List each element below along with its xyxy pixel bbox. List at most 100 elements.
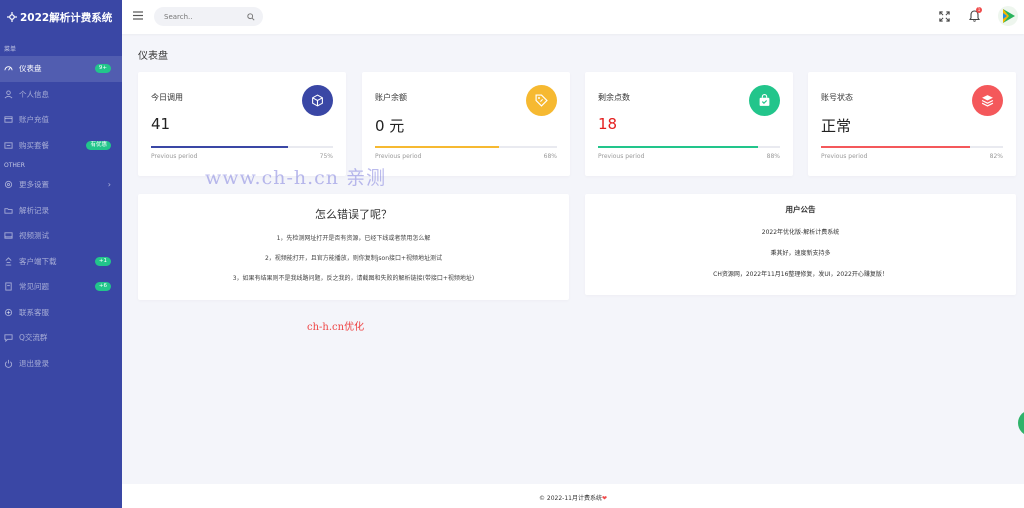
- sidebar-item-more-settings[interactable]: 更多设置 ›: [0, 172, 122, 198]
- gear-icon: [4, 180, 13, 189]
- chat-icon: [4, 333, 13, 343]
- cart-icon: [4, 141, 13, 150]
- announcement-line: 2022年优化版-解析计费系统: [761, 229, 840, 236]
- stat-percent: 68%: [543, 153, 557, 160]
- sidebar-item-profile[interactable]: 个人信息: [0, 82, 122, 108]
- stat-value: 18: [598, 115, 618, 133]
- search-input[interactable]: [164, 12, 242, 21]
- notification-badge: 1: [976, 7, 982, 13]
- video-icon: [4, 231, 13, 240]
- sidebar-item-client-download[interactable]: 客户端下载 +1: [0, 249, 122, 275]
- footer-text: © 2022-11月计费系统: [538, 495, 602, 502]
- sidebar-badge: +6: [94, 282, 111, 292]
- sidebar-item-buy-package[interactable]: 购买套餐 有优惠: [0, 133, 122, 159]
- announcement-line: 秉其好，速度新支持多: [770, 250, 831, 257]
- sidebar-item-contact-support[interactable]: 联系客服: [0, 300, 122, 326]
- sidebar-item-faq[interactable]: 常见问题 +6: [0, 274, 122, 300]
- sidebar-item-video-test[interactable]: 视频测试: [0, 223, 122, 249]
- progress-bar: [598, 146, 780, 148]
- floating-chat-button[interactable]: [1018, 410, 1024, 436]
- stat-period: Previous period: [151, 153, 198, 160]
- footer: © 2022-11月计费系统❤: [122, 484, 1024, 508]
- stat-label: 剩余点数: [598, 93, 630, 102]
- stat-percent: 75%: [319, 153, 333, 160]
- progress-bar: [821, 146, 1003, 148]
- sidebar-item-dashboard[interactable]: 仪表盘 9+: [0, 56, 122, 82]
- stat-period: Previous period: [375, 153, 422, 160]
- page-title: 仪表盘: [138, 51, 168, 62]
- stat-footer: Previous period 68%: [375, 153, 557, 160]
- hamburger-menu-icon[interactable]: [133, 11, 143, 20]
- progress-bar: [151, 146, 333, 148]
- heart-icon: ❤: [601, 495, 607, 502]
- sidebar-item-label: 个人信息: [19, 89, 49, 99]
- avatar[interactable]: [998, 6, 1018, 26]
- progress-fill: [375, 146, 499, 148]
- card-icon: [4, 115, 13, 124]
- sidebar-item-label: 解析记录: [19, 205, 49, 215]
- question-icon: [4, 282, 13, 291]
- stat-value: 41: [151, 115, 171, 133]
- download-icon: [4, 257, 13, 266]
- progress-fill: [151, 146, 288, 148]
- stat-footer: Previous period 75%: [151, 153, 333, 160]
- crosshair-logo-icon: [7, 12, 17, 22]
- sidebar-badge: +1: [94, 256, 111, 266]
- sidebar-section-menu: 菜单: [4, 46, 17, 53]
- stat-percent: 82%: [989, 153, 1003, 160]
- speedometer-icon: [4, 64, 13, 73]
- user-icon: [4, 90, 13, 99]
- error-help-line: 3，如果有结果则不是我线路问题，反之我的，请截图和失败的解析链接(带接口+视频地…: [232, 275, 475, 282]
- bell-icon[interactable]: 1: [967, 7, 982, 23]
- sidebar-item-label: 客户端下载: [19, 256, 57, 266]
- sidebar-badge: 9+: [94, 64, 111, 74]
- error-help-line: 2，视频能打开，且官方能播放，则你复制json接口+视频地址测试: [264, 255, 443, 262]
- stat-value: 0 元: [375, 117, 405, 135]
- folder-icon: [4, 206, 13, 215]
- stat-footer: Previous period 82%: [821, 153, 1003, 160]
- watermark-text: www.ch-h.cn 亲测: [205, 167, 387, 189]
- brand-title: 2022解析计费系统: [20, 11, 113, 24]
- announcement-title: 用户公告: [785, 205, 816, 214]
- stat-value: 正常: [821, 117, 852, 135]
- brand[interactable]: 2022解析计费系统: [0, 0, 122, 34]
- stat-period: Previous period: [598, 153, 645, 160]
- stat-percent: 88%: [766, 153, 780, 160]
- cube-icon: [302, 85, 333, 116]
- sidebar-item-logout[interactable]: 退出登录: [0, 351, 122, 377]
- sidebar-section-other: OTHER: [4, 162, 25, 169]
- layers-icon: [972, 85, 1003, 116]
- sidebar-item-label: 常见问题: [19, 282, 49, 292]
- sidebar-item-label: 账户充值: [19, 115, 49, 125]
- announcement-card: 用户公告 2022年优化版-解析计费系统 秉其好，速度新支持多 CH资源网，20…: [585, 194, 1016, 295]
- sidebar-item-label: 仪表盘: [19, 64, 42, 74]
- stat-label: 账号状态: [821, 93, 853, 102]
- sidebar: 2022解析计费系统 菜单 仪表盘 9+ 个人信息 账户充值 购买套餐 有优惠 …: [0, 0, 122, 508]
- sidebar-item-label: 联系客服: [19, 307, 49, 317]
- error-help-card: 怎么错误了呢？ 1，先检测网址打开是否有资源，已经下线或者禁用怎么解 2，视频能…: [138, 194, 569, 300]
- progress-fill: [598, 146, 759, 148]
- sidebar-item-parse-records[interactable]: 解析记录: [0, 198, 122, 224]
- stat-label: 今日调用: [151, 93, 183, 102]
- error-help-line: 1，先检测网址打开是否有资源，已经下线或者禁用怎么解: [276, 235, 431, 242]
- sidebar-item-qq-group[interactable]: Q交流群: [0, 325, 122, 351]
- announcement-line: CH资源网，2022年11月16整理修复，发UI，2022开心赚复版！: [713, 271, 888, 278]
- progress-fill: [821, 146, 971, 148]
- shopping-bag-icon: [749, 85, 780, 116]
- stat-card-calls: 今日调用 41 Previous period 75%: [138, 72, 346, 176]
- sidebar-item-label: 购买套餐: [19, 140, 49, 150]
- search-icon[interactable]: [247, 12, 255, 21]
- sidebar-item-label: 视频测试: [19, 231, 49, 241]
- stat-card-account-status: 账号状态 正常 Previous period 82%: [808, 72, 1016, 176]
- error-help-title: 怎么错误了呢？: [315, 208, 392, 221]
- stat-footer: Previous period 88%: [598, 153, 780, 160]
- search-box: [154, 7, 263, 26]
- price-tag-icon: [526, 85, 557, 116]
- sidebar-item-label: 退出登录: [19, 358, 49, 368]
- sidebar-item-label: 更多设置: [19, 180, 49, 190]
- top-bar: 1: [122, 0, 1024, 34]
- sidebar-item-recharge[interactable]: 账户充值: [0, 107, 122, 133]
- stat-period: Previous period: [821, 153, 868, 160]
- stat-card-points: 剩余点数 18 Previous period 88%: [585, 72, 793, 176]
- fullscreen-icon[interactable]: [937, 9, 951, 23]
